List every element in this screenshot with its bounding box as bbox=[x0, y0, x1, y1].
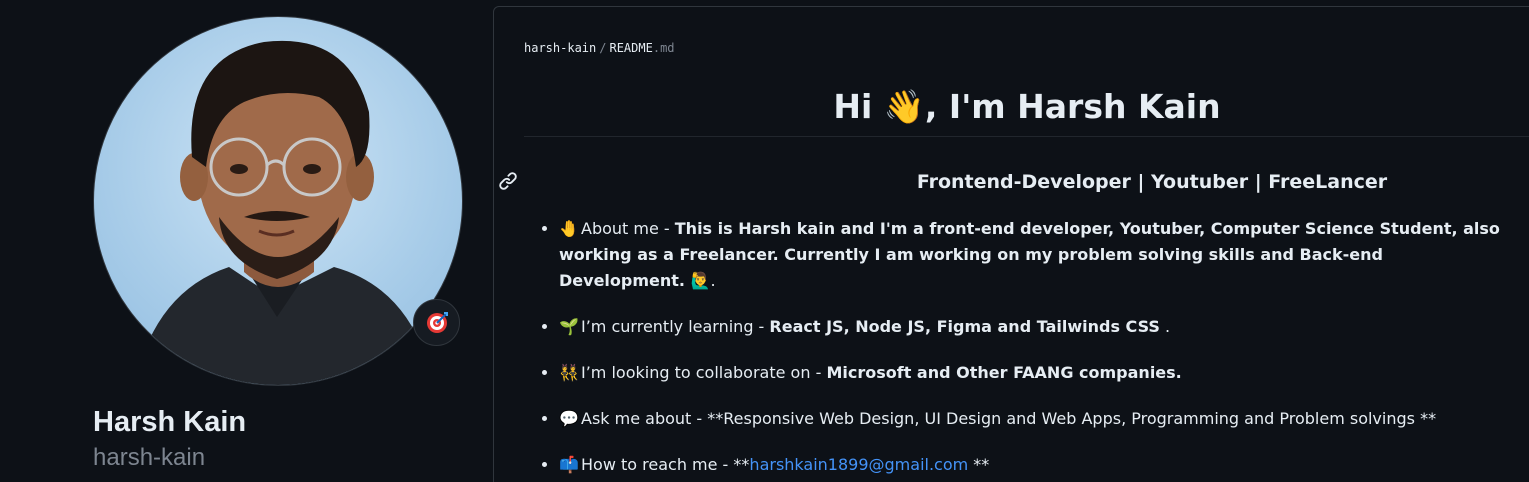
list-item: 💬Ask me about - **Responsive Web Design,… bbox=[559, 406, 1509, 432]
readme-panel: harsh-kain / README.md Hi 👋, I'm Harsh Kai… bbox=[493, 6, 1529, 482]
item-bold-text: This is Harsh kain and I'm a front-end d… bbox=[559, 219, 1500, 290]
list-item: 📫How to reach me - **harshkain1899@gmail… bbox=[559, 452, 1509, 478]
email-link[interactable]: harshkain1899@gmail.com bbox=[749, 455, 968, 474]
item-bold-text: React JS, Node JS, Figma and Tailwinds C… bbox=[769, 317, 1160, 336]
link-icon bbox=[499, 172, 517, 190]
readme-subtitle: Frontend-Developer | Youtuber | FreeLanc… bbox=[916, 171, 1388, 193]
seedling-icon: 🌱 bbox=[559, 317, 579, 336]
item-after: . bbox=[710, 271, 716, 290]
mailbox-icon: 📫 bbox=[559, 455, 579, 474]
speech-bubble-icon: 💬 bbox=[559, 409, 579, 428]
avatar-portrait bbox=[134, 40, 434, 385]
item-label: How to reach me - ** bbox=[581, 455, 750, 474]
list-item: 👯I’m looking to collaborate on - Microso… bbox=[559, 360, 1509, 386]
item-bold-text: Microsoft and Other FAANG companies. bbox=[826, 363, 1182, 382]
item-after: ** bbox=[968, 455, 990, 474]
wave-emoji: 👋 bbox=[883, 87, 925, 126]
raised-hand-icon: 🤚 bbox=[559, 219, 579, 238]
item-label: About me - bbox=[581, 219, 675, 238]
item-label: I’m currently learning - bbox=[581, 317, 770, 336]
item-label: I’m looking to collaborate on - bbox=[581, 363, 827, 382]
status-emoji-button[interactable] bbox=[413, 299, 460, 346]
dart-icon bbox=[426, 311, 448, 333]
readme-breadcrumb: harsh-kain / README.md bbox=[524, 41, 675, 55]
title-pre: Hi bbox=[833, 87, 884, 126]
dancers-icon: 👯 bbox=[559, 363, 579, 382]
breadcrumb-separator: / bbox=[599, 41, 607, 55]
title-post: , I'm Harsh Kain bbox=[924, 87, 1221, 126]
breadcrumb-file-ext: .md bbox=[652, 41, 675, 55]
profile-avatar[interactable] bbox=[93, 16, 463, 386]
breadcrumb-user-link[interactable]: harsh-kain bbox=[524, 41, 596, 55]
profile-name: Harsh Kain bbox=[93, 406, 247, 438]
about-list: 🤚About me - This is Harsh kain and I'm a… bbox=[539, 216, 1509, 482]
item-label: Ask me about - **Responsive Web Design, … bbox=[581, 409, 1437, 428]
profile-login: harsh-kain bbox=[93, 444, 206, 471]
list-item: 🌱I’m currently learning - React JS, Node… bbox=[559, 314, 1509, 340]
readme-title: Hi 👋, I'm Harsh Kain bbox=[524, 81, 1529, 137]
list-item: 🤚About me - This is Harsh kain and I'm a… bbox=[559, 216, 1509, 294]
breadcrumb-file[interactable]: README bbox=[609, 41, 652, 55]
heading-anchor-link[interactable] bbox=[498, 171, 520, 193]
item-after: . bbox=[1159, 317, 1171, 336]
